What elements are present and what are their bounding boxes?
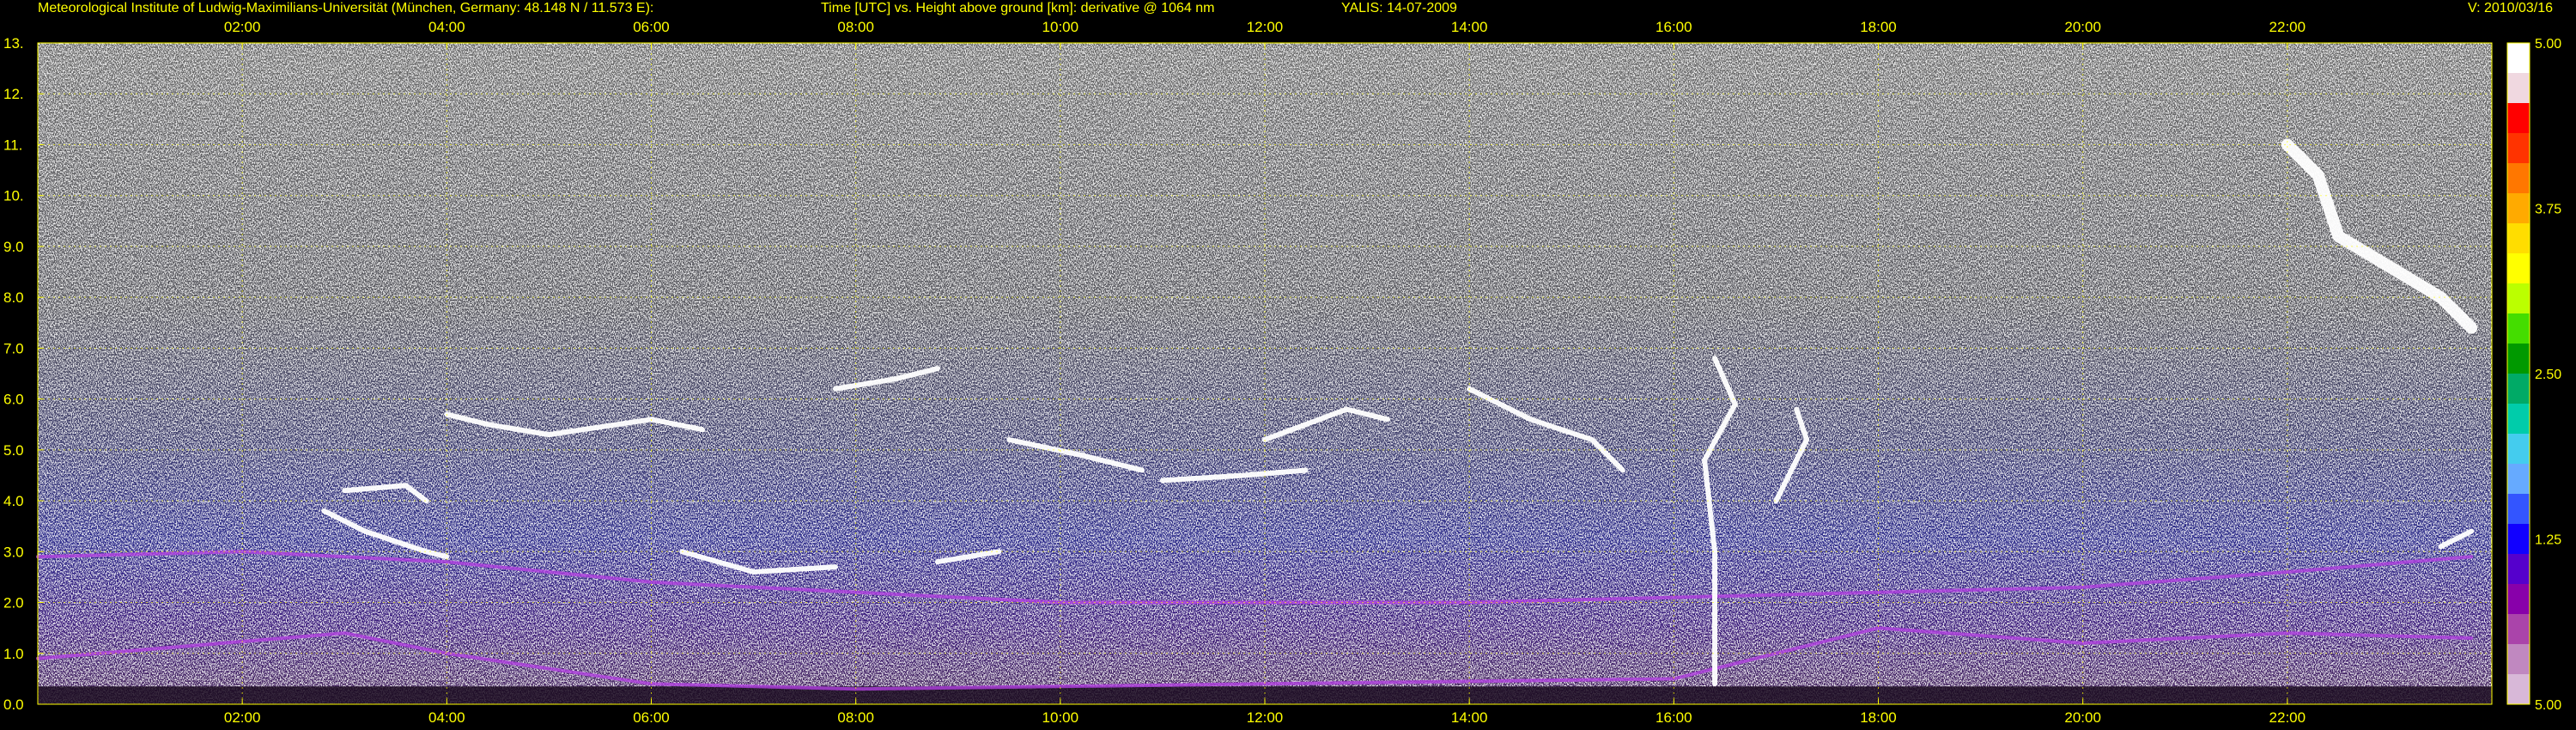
colorbar-segment [2507, 313, 2530, 344]
x-tick-label-top: 04:00 [428, 19, 465, 35]
colorbar-label: 5.00 [2535, 37, 2561, 52]
colorbar-segment [2507, 43, 2530, 74]
x-tick-label-top: 10:00 [1042, 19, 1079, 35]
colorbar-label: 2.50 [2535, 368, 2561, 382]
lidar-heatmap-chart: 02:00 02:00 04:00 04:00 06:00 06:00 08:00 08:00… [3, 19, 2561, 726]
y-tick-label: 4.0 [3, 493, 24, 509]
x-tick-label-top: 08:00 [837, 19, 874, 35]
y-tick-label: 11. [3, 137, 22, 153]
y-tick-label: 6.0 [3, 392, 24, 408]
y-tick-label: 8.0 [3, 289, 24, 306]
x-tick-label-bottom: 10:00 [1042, 709, 1079, 726]
colorbar-segment [2507, 494, 2530, 525]
x-tick-label-top: 12:00 [1247, 19, 1284, 35]
x-tick-label-bottom: 04:00 [428, 709, 465, 726]
colorbar-label: 3.75 [2535, 203, 2561, 217]
colorbar-segment [2507, 163, 2530, 194]
colorbar-segment [2507, 644, 2530, 675]
colorbar-segment [2507, 103, 2530, 134]
colorbar-segment [2507, 73, 2530, 104]
colorbar-segment [2507, 193, 2530, 224]
colorbar-segment [2507, 253, 2530, 284]
x-tick-label-top: 20:00 [2064, 19, 2101, 35]
x-tick-label-top: 14:00 [1451, 19, 1488, 35]
colorbar-segment [2507, 404, 2530, 435]
x-tick-label-top: 06:00 [633, 19, 670, 35]
colorbar: 5.00 3.75 2.50 1.25 5.00 [2506, 37, 2561, 713]
x-tick-label-bottom: 08:00 [837, 709, 874, 726]
y-tick-label: 5.0 [3, 442, 24, 459]
y-tick-label: 10. [3, 188, 24, 204]
y-tick-label: 1.0 [3, 646, 24, 662]
colorbar-segment [2507, 524, 2530, 555]
colorbar-segment [2507, 674, 2530, 705]
x-tick-label-bottom: 18:00 [1860, 709, 1897, 726]
x-tick-label-bottom: 16:00 [1656, 709, 1692, 726]
y-tick-label: 3.0 [3, 544, 24, 560]
x-tick-label-top: 16:00 [1656, 19, 1692, 35]
colorbar-segment [2507, 614, 2530, 645]
colorbar-segment [2507, 434, 2530, 465]
colorbar-segment [2507, 554, 2530, 585]
y-tick-label: 2.0 [3, 595, 24, 611]
colorbar-segment [2507, 283, 2530, 314]
colorbar-label: 5.00 [2535, 698, 2561, 713]
x-tick-label-bottom: 14:00 [1451, 709, 1488, 726]
x-tick-label-bottom: 06:00 [633, 709, 670, 726]
x-tick-label-bottom: 22:00 [2269, 709, 2306, 726]
y-tick-label: 7.0 [3, 340, 24, 356]
colorbar-segment [2507, 374, 2530, 405]
x-tick-label-top: 22:00 [2269, 19, 2306, 35]
x-tick-label-bottom: 02:00 [224, 709, 261, 726]
x-tick-label-bottom: 20:00 [2064, 709, 2101, 726]
x-tick-label-bottom: 12:00 [1247, 709, 1284, 726]
x-tick-label-top: 18:00 [1860, 19, 1897, 35]
colorbar-segment [2507, 584, 2530, 615]
y-tick-label: 12. [3, 86, 24, 102]
x-tick-label-top: 02:00 [224, 19, 261, 35]
y-tick-label: 0.0 [3, 697, 24, 713]
colorbar-segment [2507, 344, 2530, 374]
colorbar-segment [2507, 464, 2530, 495]
y-tick-label: 13. [3, 35, 24, 52]
y-tick-label: 9.0 [3, 239, 24, 255]
colorbar-label: 1.25 [2535, 533, 2561, 548]
colorbar-segment [2507, 223, 2530, 254]
colorbar-segment [2507, 133, 2530, 164]
